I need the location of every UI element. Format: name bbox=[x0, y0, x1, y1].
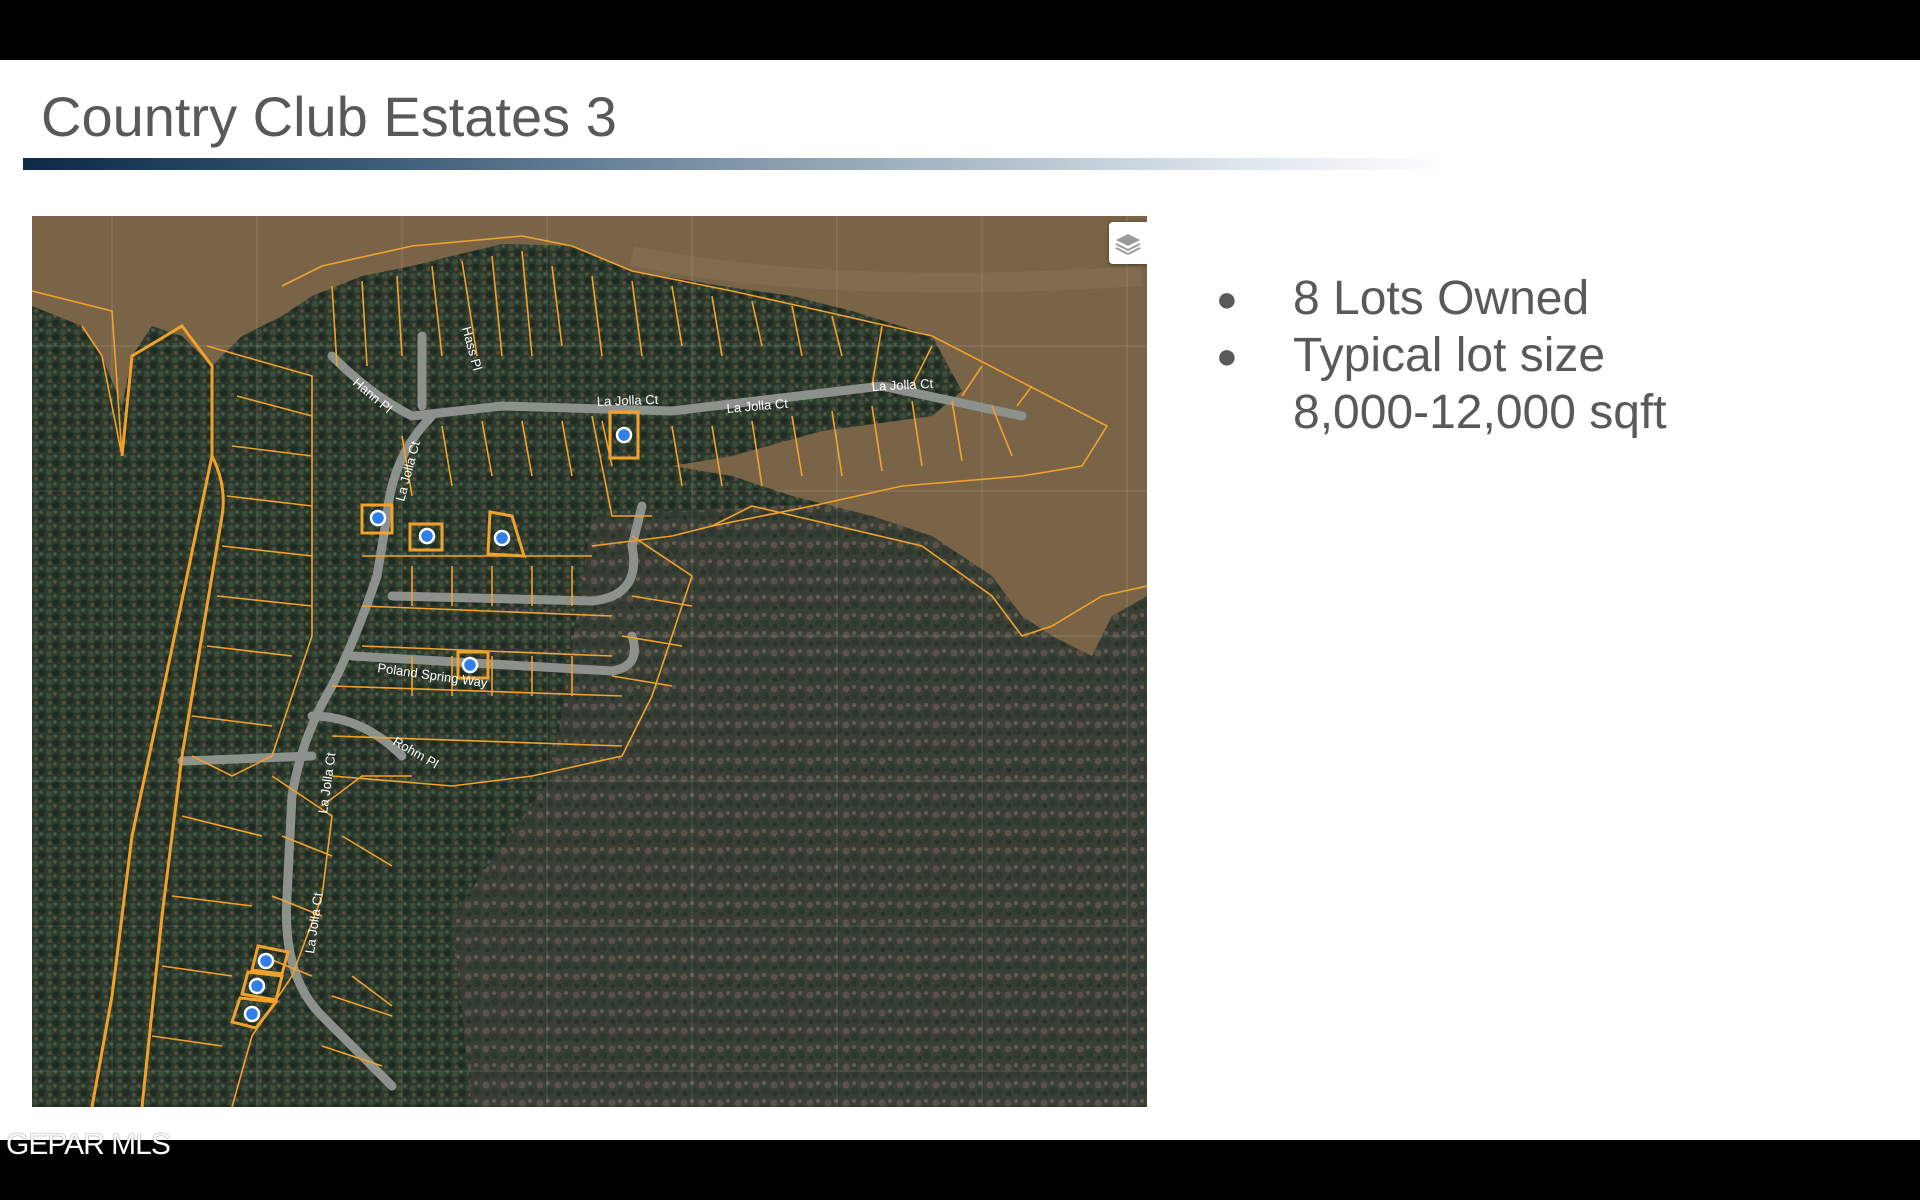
location-marker-icon bbox=[248, 977, 266, 995]
page-title: Country Club Estates 3 bbox=[41, 85, 617, 148]
location-marker-icon bbox=[418, 527, 436, 545]
slide: Country Club Estates 3 La Jolla Ct La Jo… bbox=[0, 60, 1920, 1140]
list-item: ● 8 Lots Owned bbox=[1216, 272, 1590, 325]
aerial-parcel-map[interactable]: La Jolla Ct La Jolla Ct La Jolla Ct La J… bbox=[32, 216, 1147, 1107]
bullet-icon: ● bbox=[1216, 335, 1238, 376]
location-marker-icon bbox=[493, 529, 511, 547]
location-marker-icon bbox=[369, 509, 387, 527]
letterbox-top bbox=[0, 0, 1920, 60]
layers-button[interactable] bbox=[1109, 222, 1147, 264]
list-item: ● Typical lot size 8,000-12,000 sqft bbox=[1216, 329, 1667, 439]
bullet-list: ● 8 Lots Owned ● Typical lot size 8,000-12… bbox=[1212, 270, 1753, 441]
title-underline bbox=[23, 158, 1453, 170]
layers-icon bbox=[1115, 234, 1141, 256]
letterbox-bottom bbox=[0, 1140, 1920, 1200]
location-marker-icon bbox=[257, 952, 275, 970]
mls-watermark: GEPAR MLS bbox=[6, 1128, 171, 1161]
location-marker-icon bbox=[461, 656, 479, 674]
location-marker-icon bbox=[615, 426, 633, 444]
location-marker-icon bbox=[243, 1005, 261, 1023]
street-label: La Jolla Ct bbox=[597, 392, 659, 409]
bullet-icon: ● bbox=[1216, 278, 1238, 319]
